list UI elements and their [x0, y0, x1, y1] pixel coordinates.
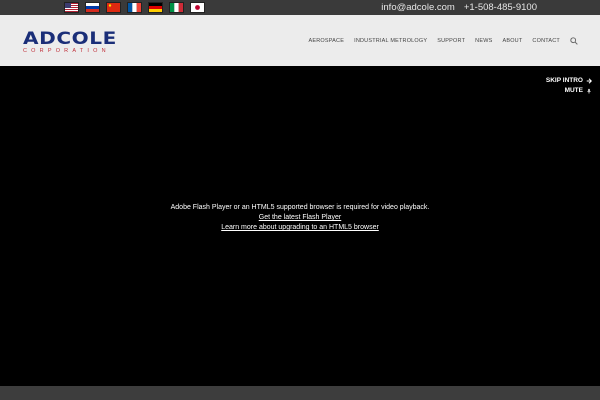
nav-about[interactable]: ABOUT: [502, 38, 522, 44]
nav-support[interactable]: SUPPORT: [437, 38, 465, 44]
skip-intro-button[interactable]: SKIP INTRO: [546, 76, 592, 86]
html5-info-link[interactable]: Learn more about upgrading to an HTML5 b…: [221, 224, 379, 231]
flag-cn-icon[interactable]: [106, 2, 121, 13]
language-flags: [64, 2, 205, 13]
arrow-right-icon: [586, 78, 592, 84]
email-link[interactable]: info@adcole.com: [381, 0, 455, 15]
top-contact: info@adcole.com +1-508-485-9100: [381, 0, 537, 15]
intro-video[interactable]: SKIP INTRO MUTE Adobe Flash Player or an…: [0, 66, 600, 386]
search-icon[interactable]: [570, 36, 578, 45]
top-bar: info@adcole.com +1-508-485-9100: [0, 0, 600, 15]
video-controls: SKIP INTRO MUTE: [546, 76, 592, 96]
get-flash-link[interactable]: Get the latest Flash Player: [259, 214, 341, 221]
flash-required-text: Adobe Flash Player or an HTML5 supported…: [170, 204, 430, 211]
mute-label: MUTE: [564, 87, 583, 94]
main-nav: AEROSPACE INDUSTRIAL METROLOGY SUPPORT N…: [308, 15, 578, 66]
nav-news[interactable]: NEWS: [475, 38, 492, 44]
flag-fr-icon[interactable]: [127, 2, 142, 13]
nav-contact[interactable]: CONTACT: [532, 38, 560, 44]
mute-button[interactable]: MUTE: [546, 86, 592, 96]
site-header: ADCOLE CORPORATION AEROSPACE INDUSTRIAL …: [0, 15, 600, 66]
footer-strip: [0, 386, 600, 400]
flag-de-icon[interactable]: [148, 2, 163, 13]
flag-ru-icon[interactable]: [85, 2, 100, 13]
flag-jp-icon[interactable]: [190, 2, 205, 13]
logo-wordmark: ADCOLE: [23, 29, 117, 49]
nav-aerospace[interactable]: AEROSPACE: [308, 38, 344, 44]
skip-intro-label: SKIP INTRO: [545, 77, 583, 84]
phone-link[interactable]: +1-508-485-9100: [464, 0, 537, 15]
microphone-icon: [587, 88, 591, 94]
nav-industrial-metrology[interactable]: INDUSTRIAL METROLOGY: [354, 38, 427, 44]
flash-fallback-message: Adobe Flash Player or an HTML5 supported…: [0, 203, 600, 233]
adcole-logo[interactable]: ADCOLE CORPORATION: [23, 31, 141, 55]
flag-us-icon[interactable]: [64, 2, 79, 13]
logo-subtitle: CORPORATION: [23, 48, 110, 54]
flag-it-icon[interactable]: [169, 2, 184, 13]
